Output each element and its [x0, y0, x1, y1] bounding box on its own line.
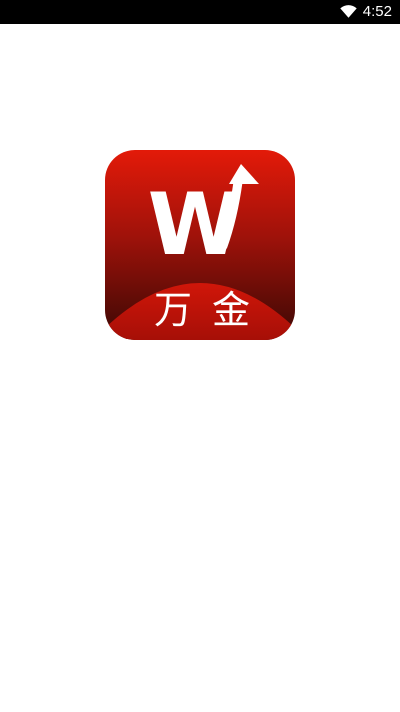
wanjin-logo-icon: W 万金 [105, 150, 295, 340]
splash-screen: W 万金 [0, 24, 400, 712]
logo-text: 万金 [154, 288, 270, 332]
wifi-icon [340, 5, 357, 18]
status-time: 4:52 [362, 3, 392, 20]
status-bar: 4:52 [0, 0, 400, 24]
